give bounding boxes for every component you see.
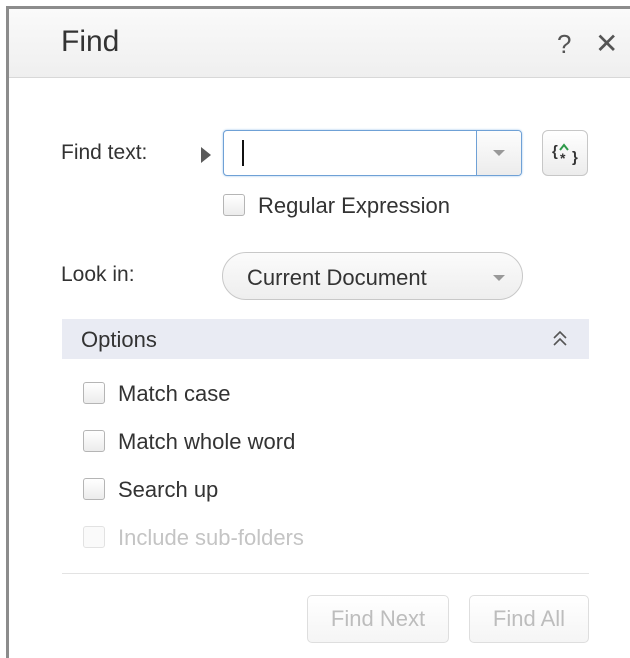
regex-checkbox[interactable] bbox=[223, 194, 245, 216]
include-sub-folders-label: Include sub-folders bbox=[118, 525, 304, 550]
match-whole-word-label[interactable]: Match whole word bbox=[118, 429, 295, 455]
dialog-title: Find bbox=[61, 25, 120, 58]
title-bar: Find ? ✕ bbox=[9, 9, 630, 78]
divider bbox=[62, 573, 589, 574]
include-sub-folders-checkbox bbox=[83, 526, 105, 548]
help-button[interactable]: ? bbox=[557, 29, 571, 60]
search-up-label[interactable]: Search up bbox=[118, 477, 218, 503]
match-case-label[interactable]: Match case bbox=[118, 381, 231, 407]
double-chevron-up-icon[interactable] bbox=[551, 327, 569, 351]
match-case-checkbox[interactable] bbox=[83, 382, 105, 404]
regex-builder-icon: { } * bbox=[552, 143, 578, 166]
find-history-dropdown-button[interactable] bbox=[476, 131, 521, 175]
right-triangle-icon[interactable] bbox=[201, 147, 211, 163]
options-section-header[interactable]: Options bbox=[62, 319, 589, 359]
find-text-label: Find text: bbox=[61, 141, 148, 164]
chevron-down-icon bbox=[493, 275, 505, 281]
svg-text:}: } bbox=[572, 149, 578, 166]
find-next-button[interactable]: Find Next bbox=[307, 595, 449, 643]
text-caret bbox=[242, 140, 244, 166]
options-header-label: Options bbox=[81, 327, 157, 352]
look-in-select[interactable]: Current Document bbox=[222, 252, 523, 300]
svg-text:*: * bbox=[560, 150, 566, 166]
regex-builder-button[interactable]: { } * bbox=[542, 130, 588, 176]
look-in-label: Look in: bbox=[61, 263, 135, 286]
look-in-selected-value: Current Document bbox=[247, 265, 427, 290]
close-button[interactable]: ✕ bbox=[595, 27, 618, 60]
search-up-checkbox[interactable] bbox=[83, 478, 105, 500]
find-text-combobox[interactable] bbox=[223, 130, 522, 176]
regex-checkbox-label[interactable]: Regular Expression bbox=[258, 193, 450, 219]
chevron-down-icon bbox=[493, 150, 505, 156]
find-all-button[interactable]: Find All bbox=[469, 595, 589, 643]
match-whole-word-checkbox[interactable] bbox=[83, 430, 105, 452]
svg-text:{: { bbox=[552, 143, 558, 160]
find-dialog: Find ? ✕ Find text: { } * Regular Expres… bbox=[6, 6, 630, 658]
